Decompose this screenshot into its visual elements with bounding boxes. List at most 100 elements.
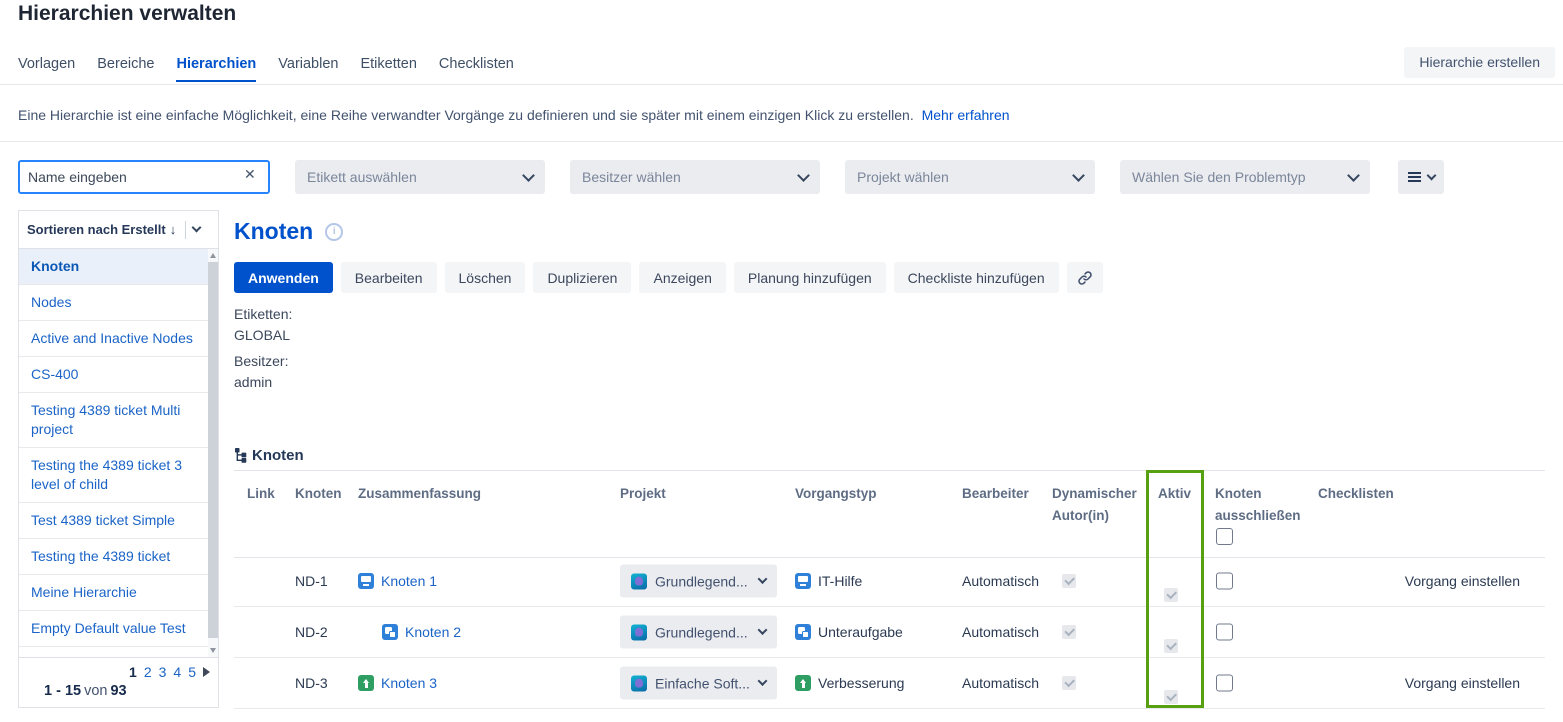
chevron-down-icon bbox=[797, 169, 810, 182]
hierarchy-item[interactable]: Active and Inactive Nodes bbox=[19, 321, 218, 357]
delete-button[interactable]: Löschen bbox=[445, 262, 526, 293]
exclude-node-checkbox[interactable] bbox=[1216, 675, 1233, 692]
hierarchy-item[interactable]: Testing the 4389 ticket 3 level of child bbox=[19, 448, 218, 503]
next-page-icon[interactable] bbox=[203, 667, 210, 677]
project-label: Grundlegend... bbox=[655, 573, 751, 589]
show-button[interactable]: Anzeigen bbox=[639, 262, 725, 293]
sort-button[interactable]: Sortieren nach Erstellt bbox=[19, 211, 218, 249]
page-1[interactable]: 1 bbox=[129, 664, 137, 680]
project-label: Einfache Soft... bbox=[655, 675, 751, 691]
project-avatar-icon bbox=[631, 675, 647, 691]
col-header-projekt: Projekt bbox=[620, 483, 666, 505]
chevron-down-icon bbox=[522, 169, 535, 182]
set-issue-link[interactable]: Vorgang einstellen bbox=[1405, 675, 1520, 691]
page-2[interactable]: 2 bbox=[144, 664, 152, 680]
summary-link[interactable]: Knoten 3 bbox=[381, 675, 437, 691]
hierarchy-item[interactable]: Testing 4389 ticket Multi project bbox=[19, 393, 218, 448]
col-header-dynamischer-autor: Dynamischer Autor(in) bbox=[1052, 483, 1152, 527]
project-avatar-icon bbox=[631, 624, 647, 640]
project-cell: Grundlegend... bbox=[620, 565, 777, 598]
hierarchy-item[interactable]: Empty Default value Test bbox=[19, 611, 218, 647]
assignee-cell: Automatisch bbox=[962, 675, 1039, 691]
project-cell: Grundlegend... bbox=[620, 616, 777, 649]
summary-cell: Knoten 1 bbox=[358, 573, 437, 589]
name-search-input[interactable] bbox=[18, 160, 270, 194]
page-4[interactable]: 4 bbox=[173, 664, 181, 680]
hierarchy-item-selected[interactable]: Knoten bbox=[19, 249, 218, 285]
col-header-knoten-ausschliessen: Knoten ausschließen bbox=[1215, 483, 1319, 527]
project-select[interactable]: Grundlegend... bbox=[620, 616, 777, 649]
label-filter-select[interactable]: Etikett auswählen bbox=[295, 160, 545, 194]
project-label: Grundlegend... bbox=[655, 624, 751, 640]
add-planning-button[interactable]: Planung hinzufügen bbox=[734, 262, 886, 293]
assignee-cell: Automatisch bbox=[962, 573, 1039, 589]
scrollbar-thumb[interactable] bbox=[208, 262, 218, 638]
tab-bar: Vorlagen Bereiche Hierarchien Variablen … bbox=[18, 56, 514, 82]
tab-vorlagen[interactable]: Vorlagen bbox=[18, 56, 75, 82]
exclude-node-checkbox[interactable] bbox=[1216, 624, 1233, 641]
apply-button[interactable]: Anwenden bbox=[234, 262, 333, 293]
col-header-knoten: Knoten bbox=[295, 483, 342, 505]
add-checklist-button[interactable]: Checkliste hinzufügen bbox=[894, 262, 1059, 293]
node-key-link[interactable]: ND-3 bbox=[295, 675, 328, 691]
issue-type-label: Verbesserung bbox=[818, 675, 904, 691]
issue-type-icon bbox=[358, 573, 374, 589]
hierarchy-item[interactable]: Nodes bbox=[19, 285, 218, 321]
exclude-node-checkbox[interactable] bbox=[1216, 573, 1233, 590]
chevron-down-icon[interactable] bbox=[192, 223, 202, 233]
hierarchy-item[interactable]: Meine Hierarchie bbox=[19, 575, 218, 611]
summary-cell: Knoten 2 bbox=[358, 624, 461, 640]
page-3[interactable]: 3 bbox=[159, 664, 167, 680]
copy-link-button[interactable] bbox=[1067, 262, 1103, 293]
scroll-up-icon[interactable] bbox=[210, 253, 216, 258]
chevron-down-icon bbox=[1426, 170, 1436, 180]
project-select[interactable]: Einfache Soft... bbox=[620, 667, 777, 700]
project-filter-placeholder: Projekt wählen bbox=[857, 169, 949, 185]
set-issue-link[interactable]: Vorgang einstellen bbox=[1405, 573, 1520, 589]
page-5[interactable]: 5 bbox=[188, 664, 196, 680]
issue-type-icon bbox=[795, 675, 811, 691]
project-select[interactable]: Grundlegend... bbox=[620, 565, 777, 598]
tab-etiketten[interactable]: Etiketten bbox=[360, 56, 416, 82]
issue-type-label: IT-Hilfe bbox=[818, 573, 862, 589]
create-hierarchy-button[interactable]: Hierarchie erstellen bbox=[1404, 47, 1555, 78]
tab-bereiche[interactable]: Bereiche bbox=[97, 56, 154, 82]
owner-filter-select[interactable]: Besitzer wählen bbox=[570, 160, 820, 194]
divider bbox=[0, 84, 1563, 85]
summary-cell: Knoten 3 bbox=[358, 675, 437, 691]
col-header-aktiv: Aktiv bbox=[1158, 483, 1191, 505]
tab-hierarchien[interactable]: Hierarchien bbox=[176, 56, 256, 82]
scroll-down-icon[interactable] bbox=[210, 648, 216, 653]
detail-meta: Etiketten: GLOBAL Besitzer: admin bbox=[234, 304, 292, 398]
node-key-link[interactable]: ND-2 bbox=[295, 624, 328, 640]
hierarchy-item[interactable]: CS-400 bbox=[19, 357, 218, 393]
duplicate-button[interactable]: Duplizieren bbox=[533, 262, 631, 293]
chevron-down-icon bbox=[1072, 169, 1085, 182]
detail-panel: Knoten Anwenden Bearbeiten Löschen Dupli… bbox=[234, 210, 1545, 722]
divider bbox=[185, 221, 186, 239]
owner-value: admin bbox=[234, 372, 292, 393]
hierarchy-item[interactable]: Sample Hierarchy - bbox=[19, 647, 218, 657]
view-options-button[interactable] bbox=[1398, 160, 1444, 194]
owner-filter-placeholder: Besitzer wählen bbox=[582, 169, 681, 185]
node-key-link[interactable]: ND-1 bbox=[295, 573, 328, 589]
exclude-all-checkbox[interactable] bbox=[1216, 528, 1233, 545]
labels-value: GLOBAL bbox=[234, 325, 292, 346]
scrollbar[interactable] bbox=[208, 249, 218, 657]
chevron-down-icon bbox=[758, 625, 768, 635]
summary-link[interactable]: Knoten 1 bbox=[381, 573, 437, 589]
hierarchy-item[interactable]: Testing the 4389 ticket bbox=[19, 539, 218, 575]
table-row: ND-1 Knoten 1 Grundlegend... IT-Hilfe bbox=[234, 556, 1545, 607]
edit-button[interactable]: Bearbeiten bbox=[341, 262, 437, 293]
clear-input-icon[interactable]: ✕ bbox=[244, 167, 256, 181]
summary-link[interactable]: Knoten 2 bbox=[405, 624, 461, 640]
tab-checklisten[interactable]: Checklisten bbox=[439, 56, 514, 82]
info-icon[interactable] bbox=[325, 223, 343, 241]
issue-type-icon bbox=[382, 624, 398, 640]
tab-variablen[interactable]: Variablen bbox=[278, 56, 338, 82]
hierarchy-item[interactable]: Test 4389 ticket Simple bbox=[19, 503, 218, 539]
learn-more-link[interactable]: Mehr erfahren bbox=[922, 107, 1010, 123]
project-avatar-icon bbox=[631, 573, 647, 589]
project-filter-select[interactable]: Projekt wählen bbox=[845, 160, 1095, 194]
issuetype-filter-select[interactable]: Wählen Sie den Problemtyp bbox=[1120, 160, 1370, 194]
